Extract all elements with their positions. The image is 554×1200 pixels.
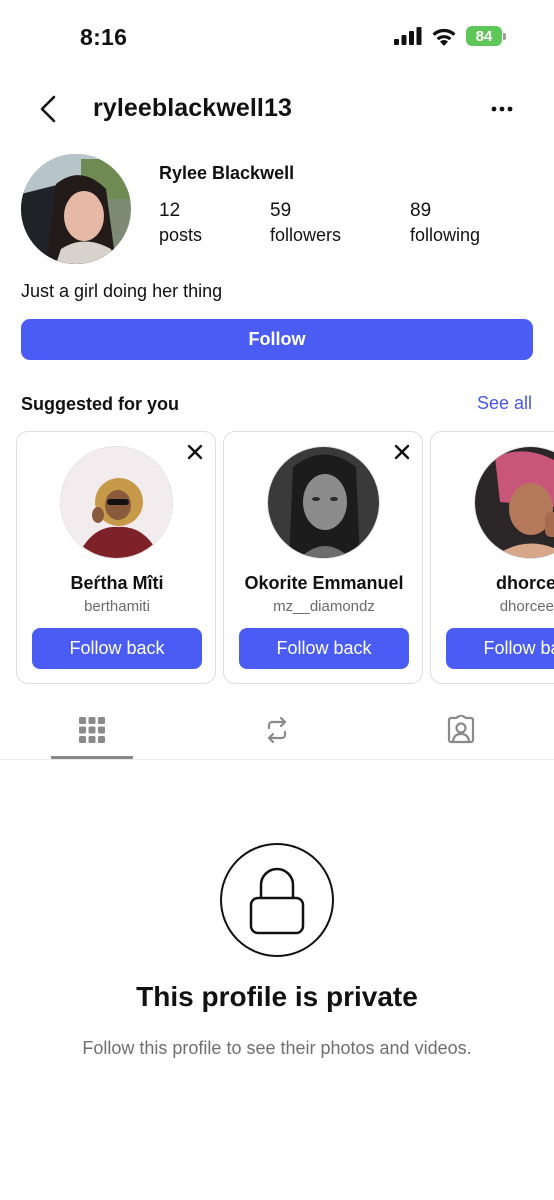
back-button[interactable] (34, 94, 64, 124)
stat-followers-count: 59 (270, 200, 292, 221)
profile-photo (21, 154, 131, 264)
cellular-signal-icon (394, 27, 422, 45)
suggested-handle: mz__diamondz (273, 598, 375, 615)
suggested-handle: dhorcee9 (499, 598, 554, 615)
battery-level: 84 (466, 26, 502, 46)
profile-display-name: Rylee Blackwell (159, 163, 295, 183)
suggested-card: Beŕtha Mîti berthamiti Follow back (16, 431, 216, 684)
profile-header: ryleeblackwell13 (0, 82, 554, 136)
follow-back-button[interactable]: Follow back (239, 628, 409, 669)
suggested-carousel[interactable]: Beŕtha Mîti berthamiti Follow back Okori… (16, 431, 554, 684)
active-tab-indicator (51, 756, 133, 759)
suggested-name: dhorcee (495, 573, 554, 593)
more-options-button[interactable] (488, 96, 516, 122)
stat-following-count: 89 (410, 200, 432, 221)
suggested-name: Beŕtha Mîti (70, 573, 164, 593)
close-icon[interactable] (185, 442, 205, 462)
status-bar: 8:16 84 (0, 0, 554, 74)
suggested-name: Okorite Emmanuel (244, 573, 404, 593)
see-all-link[interactable]: See all (477, 393, 532, 414)
private-subtitle: Follow this profile to see their photos … (82, 1038, 472, 1058)
repost-icon (267, 716, 287, 744)
tab-tagged[interactable] (420, 700, 502, 760)
follow-back-button[interactable]: Follow back (446, 628, 554, 669)
suggested-avatar[interactable] (474, 446, 554, 559)
lock-icon (249, 867, 304, 934)
suggested-title: Suggested for you (21, 394, 180, 414)
battery-icon: 84 (466, 26, 506, 46)
stat-posts-count: 12 (159, 200, 181, 221)
stat-followers-label: followers (270, 225, 342, 245)
close-icon[interactable] (392, 442, 412, 462)
lock-badge (220, 843, 334, 957)
profile-tabs (0, 700, 554, 760)
stat-following-label: following (410, 225, 481, 245)
follow-button[interactable]: Follow (21, 319, 533, 360)
follow-back-button[interactable]: Follow back (32, 628, 202, 669)
profile-username: ryleeblackwell13 (93, 94, 292, 122)
tab-reposts[interactable] (236, 700, 318, 760)
suggested-card: dhorcee dhorcee9 Follow back (430, 431, 554, 684)
suggested-avatar[interactable] (60, 446, 173, 559)
stat-following[interactable]: 89 following (410, 199, 480, 247)
tagged-icon (447, 715, 475, 744)
suggested-card: Okorite Emmanuel mz__diamondz Follow bac… (223, 431, 423, 684)
suggested-handle: berthamiti (84, 598, 150, 615)
stat-followers[interactable]: 59 followers (270, 199, 341, 247)
private-title: This profile is private (136, 981, 418, 1012)
tab-posts[interactable] (51, 700, 133, 760)
grid-icon (79, 717, 105, 743)
stat-posts-label: posts (159, 225, 203, 245)
profile-avatar[interactable] (21, 154, 131, 264)
suggested-avatar[interactable] (267, 446, 380, 559)
stat-posts[interactable]: 12 posts (159, 199, 202, 247)
profile-bio: Just a girl doing her thing (21, 281, 223, 301)
status-icons: 84 (394, 26, 506, 46)
status-time: 8:16 (80, 24, 128, 50)
wifi-icon (432, 28, 456, 46)
